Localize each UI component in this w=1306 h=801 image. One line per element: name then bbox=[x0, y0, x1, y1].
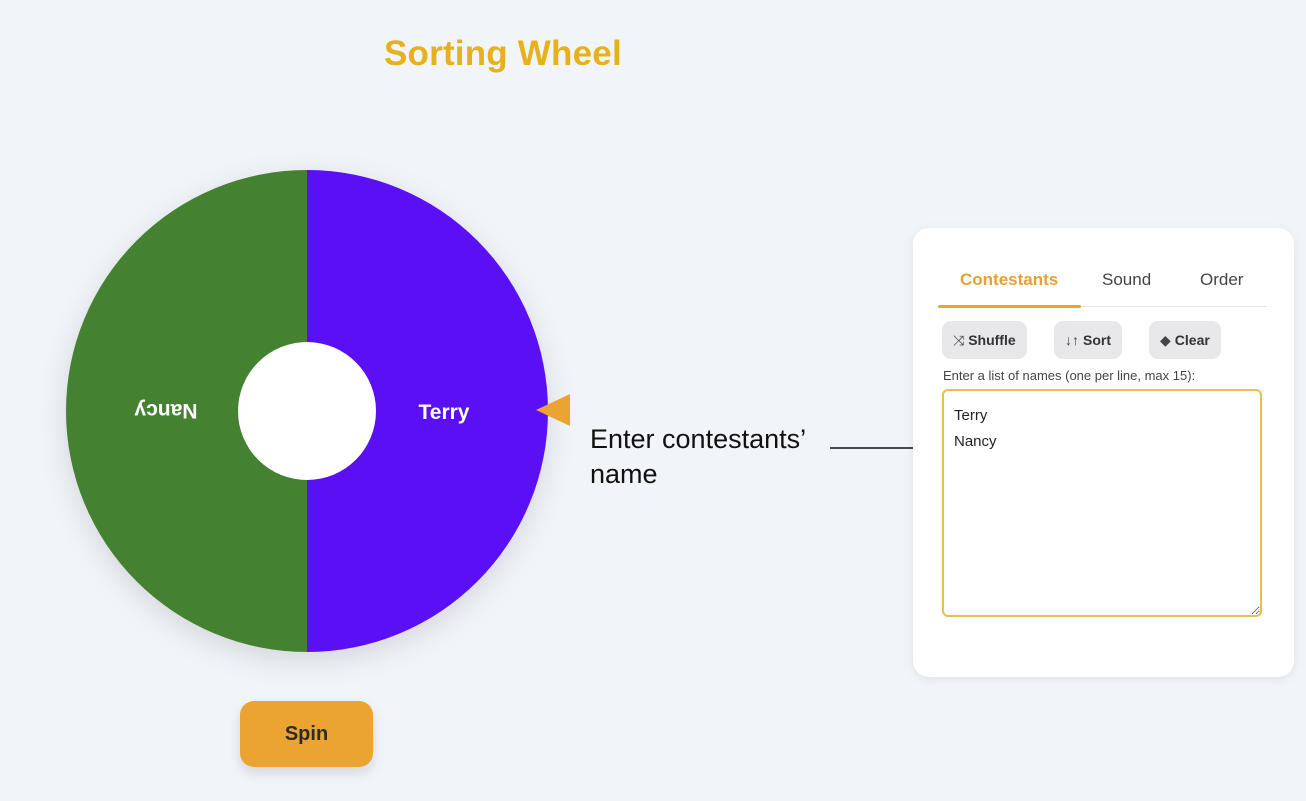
spin-button[interactable]: Spin bbox=[240, 701, 373, 767]
annotation-line-2: name bbox=[590, 459, 658, 489]
sort-button[interactable]: ↓↑ Sort bbox=[1054, 321, 1122, 359]
sort-icon: ↓↑ bbox=[1065, 332, 1079, 348]
eraser-icon: ◆ bbox=[1160, 331, 1171, 348]
names-textarea[interactable]: Terry Nancy bbox=[942, 389, 1262, 617]
sorting-wheel-page: Sorting Wheel Terry Nancy Spin Enter con… bbox=[0, 0, 1306, 801]
clear-button[interactable]: ◆ Clear bbox=[1149, 321, 1221, 359]
wheel-label-nancy: Nancy bbox=[134, 399, 197, 422]
wheel-pointer-icon bbox=[536, 394, 570, 426]
active-tab-indicator bbox=[938, 304, 1081, 308]
page-title: Sorting Wheel bbox=[384, 34, 622, 73]
tab-bar: Contestants Sound Order bbox=[938, 228, 1267, 308]
tab-sound[interactable]: Sound bbox=[1102, 270, 1151, 290]
wheel-graphic[interactable]: Terry Nancy bbox=[66, 170, 548, 652]
shuffle-button[interactable]: ⤨ Shuffle bbox=[942, 321, 1027, 359]
names-instructions: Enter a list of names (one per line, max… bbox=[943, 368, 1196, 383]
annotation-callout: Enter contestants’ name bbox=[590, 422, 806, 492]
shuffle-label: Shuffle bbox=[968, 332, 1016, 348]
shuffle-icon: ⤨ bbox=[953, 331, 965, 348]
wheel-hub bbox=[238, 342, 376, 480]
sort-label: Sort bbox=[1083, 332, 1111, 348]
annotation-line-1: Enter contestants’ bbox=[590, 424, 807, 454]
wheel-label-terry: Terry bbox=[419, 401, 470, 424]
contestants-panel: Contestants Sound Order ⤨ Shuffle ↓↑ Sor… bbox=[913, 228, 1294, 677]
tab-order[interactable]: Order bbox=[1200, 270, 1243, 290]
tab-contestants[interactable]: Contestants bbox=[960, 270, 1058, 290]
clear-label: Clear bbox=[1174, 332, 1210, 348]
wheel[interactable]: Terry Nancy bbox=[66, 170, 548, 652]
